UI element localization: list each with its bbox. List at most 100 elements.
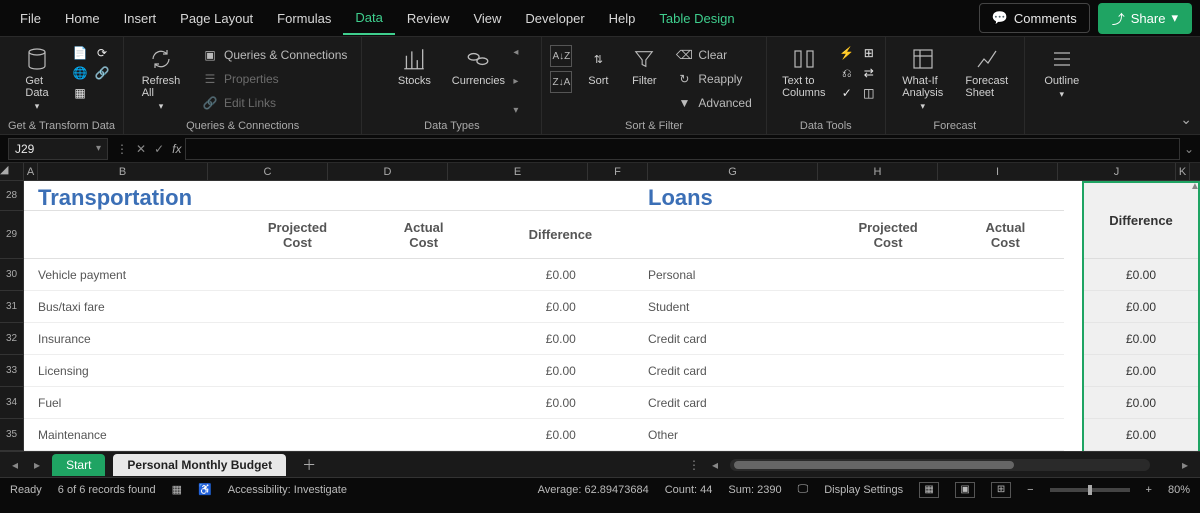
name-box[interactable]: J29 ▾: [8, 138, 108, 160]
col-header-e[interactable]: E: [448, 163, 588, 180]
cell-name[interactable]: Fuel: [24, 396, 232, 410]
expand-gallery-icon[interactable]: ▾: [513, 105, 518, 116]
cell-difference[interactable]: £0.00: [1084, 291, 1198, 323]
view-normal-button[interactable]: ▦: [919, 482, 939, 498]
recent-sources-icon[interactable]: ⟳: [94, 45, 110, 61]
remove-dup-icon[interactable]: ⎌: [839, 65, 855, 81]
vscroll-up-icon[interactable]: ▲: [1190, 181, 1200, 192]
comments-button[interactable]: 💬 Comments: [979, 3, 1090, 33]
tab-help[interactable]: Help: [597, 3, 648, 34]
fx-icon[interactable]: fx: [172, 142, 181, 156]
sort-asc-button[interactable]: A↓Z: [550, 45, 572, 67]
expand-name-icon[interactable]: ⋮: [114, 142, 130, 156]
col-header-a[interactable]: A: [24, 163, 38, 180]
table-row[interactable]: Vehicle payment £0.00: [24, 259, 634, 291]
col-header-g[interactable]: G: [648, 163, 818, 180]
properties-button[interactable]: ☰ Properties: [196, 69, 353, 89]
advanced-button[interactable]: ▼ Advanced: [670, 93, 757, 113]
table-row[interactable]: Licensing £0.00: [24, 355, 634, 387]
refresh-all-button[interactable]: Refresh All ▾: [132, 41, 190, 112]
scrollbar-thumb[interactable]: [734, 461, 1014, 469]
worksheet[interactable]: Transportation Projected Cost Actual Cos…: [24, 181, 1200, 451]
view-page-layout-button[interactable]: ▣: [955, 482, 975, 498]
tab-data[interactable]: Data: [343, 2, 394, 35]
cell-difference[interactable]: £0.00: [488, 268, 634, 282]
zoom-in-button[interactable]: +: [1146, 484, 1152, 496]
col-header-k[interactable]: K: [1176, 163, 1190, 180]
hscroll-right-icon[interactable]: ▸: [1178, 458, 1192, 472]
table-row[interactable]: Credit card: [634, 387, 1064, 419]
add-sheet-button[interactable]: ＋: [294, 455, 324, 475]
tab-view[interactable]: View: [461, 3, 513, 34]
sort-button[interactable]: ⇅ Sort: [578, 41, 618, 87]
edit-links-button[interactable]: 🔗 Edit Links: [196, 93, 353, 113]
row-header-33[interactable]: 33: [0, 355, 23, 387]
row-header-35[interactable]: 35: [0, 419, 23, 451]
table-row[interactable]: Maintenance£0.00: [24, 419, 634, 451]
status-display[interactable]: Display Settings: [824, 484, 903, 496]
cell-difference[interactable]: £0.00: [488, 300, 634, 314]
cell-name[interactable]: Insurance: [24, 332, 232, 346]
table-row[interactable]: Student: [634, 291, 1064, 323]
scroll-left-icon[interactable]: ◂: [513, 47, 518, 58]
hscroll-left-icon[interactable]: ◂: [708, 458, 722, 472]
cell-name[interactable]: Student: [634, 300, 827, 314]
zoom-slider[interactable]: [1050, 488, 1130, 492]
whatif-button[interactable]: What-If Analysis ▾: [894, 41, 952, 112]
tab-review[interactable]: Review: [395, 3, 462, 34]
horizontal-scrollbar[interactable]: [730, 459, 1150, 471]
cell-difference[interactable]: £0.00: [1084, 355, 1198, 387]
from-web-icon[interactable]: 🌐: [72, 65, 88, 81]
tab-formulas[interactable]: Formulas: [265, 3, 343, 34]
row-header-29[interactable]: 29: [0, 211, 23, 259]
cell-name[interactable]: Personal: [634, 268, 827, 282]
filter-button[interactable]: Filter: [624, 41, 664, 87]
table-row[interactable]: Insurance £0.00: [24, 323, 634, 355]
status-accessibility[interactable]: Accessibility: Investigate: [228, 484, 347, 496]
tab-table-design[interactable]: Table Design: [647, 3, 746, 34]
col-header-f[interactable]: F: [588, 163, 648, 180]
from-text-icon[interactable]: 📄: [72, 45, 88, 61]
collapse-ribbon-button[interactable]: ⌄: [1180, 111, 1192, 128]
cell-name[interactable]: Credit card: [634, 364, 827, 378]
cell-difference[interactable]: £0.00: [1084, 323, 1198, 355]
consolidate-icon[interactable]: ⊞: [861, 45, 877, 61]
outline-button[interactable]: Outline ▾: [1033, 41, 1091, 100]
col-header-b[interactable]: B: [38, 163, 208, 180]
data-model-icon[interactable]: ◫: [861, 85, 877, 101]
clear-button[interactable]: ⌫ Clear: [670, 45, 757, 65]
cell-name[interactable]: Credit card: [634, 332, 827, 346]
row-header-32[interactable]: 32: [0, 323, 23, 355]
cell-name[interactable]: Other: [634, 428, 827, 442]
cell-difference[interactable]: £0.00: [488, 364, 634, 378]
cell-name[interactable]: Licensing: [24, 364, 232, 378]
sheet-nav-next[interactable]: ▸: [30, 458, 44, 472]
difference-column-selected[interactable]: Difference £0.00£0.00£0.00£0.00£0.00£0.0…: [1082, 181, 1200, 451]
reapply-button[interactable]: ↻ Reapply: [670, 69, 757, 89]
relationships-icon[interactable]: ⇄: [861, 65, 877, 81]
tab-home[interactable]: Home: [53, 3, 112, 34]
cell-difference[interactable]: £0.00: [488, 332, 634, 346]
cell-name[interactable]: Vehicle payment: [24, 268, 232, 282]
sheet-tab-start[interactable]: Start: [52, 454, 105, 476]
flash-fill-icon[interactable]: ⚡: [839, 45, 855, 61]
row-header-28[interactable]: 28: [0, 181, 23, 211]
col-header-d[interactable]: D: [328, 163, 448, 180]
sheet-tab-budget[interactable]: Personal Monthly Budget: [113, 454, 286, 476]
cell-name[interactable]: Bus/taxi fare: [24, 300, 232, 314]
forecast-sheet-button[interactable]: Forecast Sheet: [958, 41, 1016, 99]
col-header-i[interactable]: I: [938, 163, 1058, 180]
select-all-corner[interactable]: ◢: [0, 163, 24, 180]
cell-name[interactable]: Maintenance: [24, 428, 232, 442]
zoom-level[interactable]: 80%: [1168, 484, 1190, 496]
col-header-j[interactable]: J: [1058, 163, 1176, 180]
sheet-nav-prev[interactable]: ◂: [8, 458, 22, 472]
cell-difference[interactable]: £0.00: [1084, 387, 1198, 419]
table-row[interactable]: Other: [634, 419, 1064, 451]
table-row[interactable]: Credit card: [634, 323, 1064, 355]
zoom-out-button[interactable]: −: [1027, 484, 1033, 496]
tab-options-icon[interactable]: ⋮: [688, 458, 700, 472]
row-header-31[interactable]: 31: [0, 291, 23, 323]
formula-input[interactable]: [185, 138, 1180, 160]
view-page-break-button[interactable]: ⊞: [991, 482, 1011, 498]
